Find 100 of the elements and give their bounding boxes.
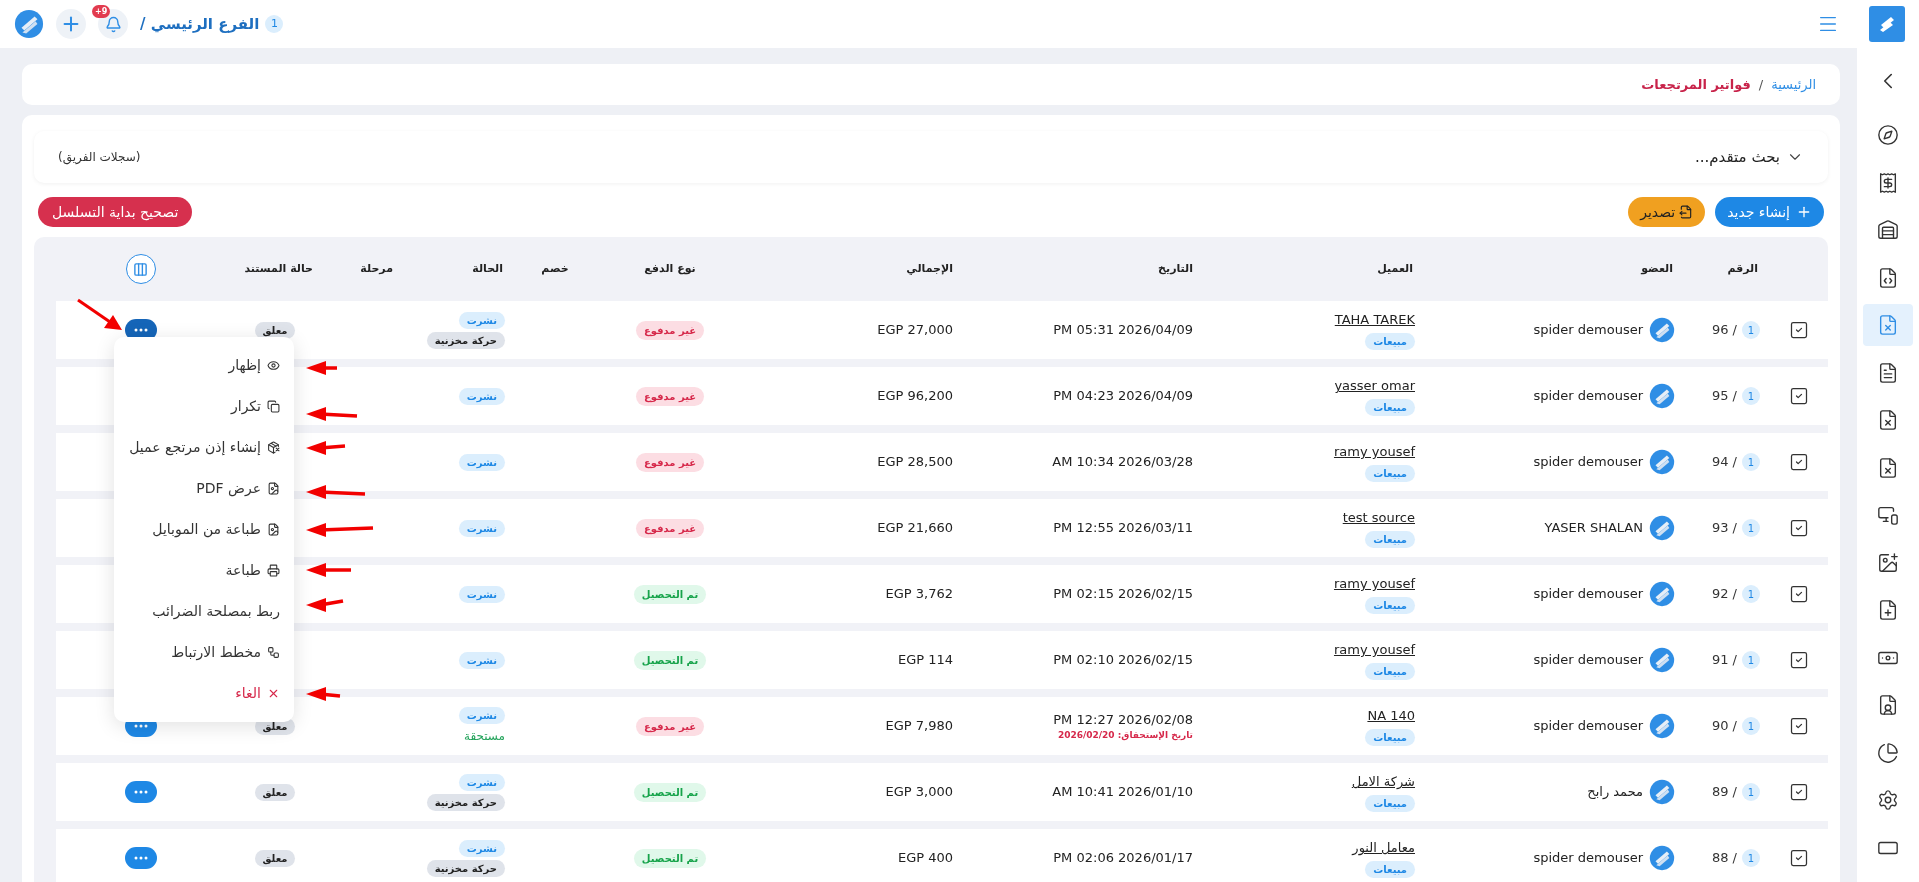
row-actions-button[interactable] xyxy=(124,781,157,803)
column-header: خصم xyxy=(540,260,570,277)
menu-item[interactable]: طباعة من الموبايل xyxy=(114,509,294,550)
member-name: spider demouser xyxy=(1533,387,1643,406)
avatar-icon xyxy=(1649,845,1675,871)
column-header: التاريخ xyxy=(1157,260,1194,277)
invoice-number: 93 / xyxy=(1711,519,1737,538)
scope-label: (سجلات الفريق) xyxy=(58,149,141,166)
branch-badge: 1 xyxy=(1742,651,1760,669)
client-type-badge: مبيعات xyxy=(1365,860,1415,878)
row-actions-button[interactable] xyxy=(124,847,157,869)
client-link[interactable]: NA 140 xyxy=(1367,706,1415,726)
plus-icon xyxy=(1796,204,1812,220)
branch-name[interactable]: الفرع الرئيسي / xyxy=(140,12,260,36)
breadcrumb-link[interactable]: الرئيسية xyxy=(1771,74,1816,95)
invoice-date: AM 10:41 2026/01/10 xyxy=(1052,783,1193,802)
status-badge: نشرت xyxy=(458,707,505,724)
invoice-number: 89 / xyxy=(1711,783,1737,802)
export-button[interactable]: تصدير xyxy=(1628,197,1706,227)
document-status-badge: معلق xyxy=(254,321,296,339)
checkbox[interactable] xyxy=(1789,452,1809,472)
status-badge: نشرت xyxy=(458,839,505,857)
copy-icon xyxy=(267,400,280,413)
invoice-date: PM 12:55 2026/03/11 xyxy=(1053,519,1193,538)
invoice-total: EGP 400 xyxy=(897,849,953,868)
client-link[interactable]: معامل النور xyxy=(1352,838,1415,858)
file-icon xyxy=(267,523,280,536)
warehouse-icon xyxy=(1877,219,1899,241)
notification-count: +9 xyxy=(92,5,111,18)
due-date: تاريخ الإستحقاق: 2026/02/20 xyxy=(1057,729,1193,743)
column-picker-button[interactable] xyxy=(125,254,156,284)
annotation-arrow xyxy=(306,563,351,577)
payment-badge: تم التحصيل xyxy=(633,848,707,868)
logo[interactable] xyxy=(1869,6,1905,42)
branch-badge: 1 xyxy=(1742,783,1760,801)
checkbox[interactable] xyxy=(1789,518,1809,538)
checkbox[interactable] xyxy=(1789,848,1809,868)
invoice-number: 94 / xyxy=(1711,453,1737,472)
client-link[interactable]: ramy yousef xyxy=(1333,442,1415,462)
invoice-date: PM 02:06 2026/01/17 xyxy=(1053,849,1193,868)
eye-icon xyxy=(267,359,280,372)
menu-item[interactable]: الغاء xyxy=(114,673,294,714)
status-badge: نشرت xyxy=(458,387,505,405)
invoice-total: EGP 3,762 xyxy=(885,585,953,604)
file-code-icon xyxy=(1877,266,1899,289)
menu-item[interactable]: ربط بمصلحة الضرائب xyxy=(114,591,294,632)
add-button[interactable] xyxy=(56,9,86,39)
member-name: محمد رابح xyxy=(1587,783,1643,802)
invoice-total: EGP 114 xyxy=(897,651,953,670)
file-user-icon xyxy=(1877,694,1899,716)
invoice-number: 92 / xyxy=(1711,585,1737,604)
column-header: الإجمالي xyxy=(905,260,954,277)
menu-item[interactable]: إظهار xyxy=(114,345,294,386)
menu-item[interactable]: طباعة xyxy=(114,550,294,591)
package-icon xyxy=(267,441,280,454)
client-link[interactable]: ramy yousef xyxy=(1333,640,1415,660)
status-badge: نشرت xyxy=(458,651,505,669)
annotation-arrow xyxy=(77,298,122,330)
branch-badge: 1 xyxy=(1742,585,1760,603)
member-name: spider demouser xyxy=(1533,585,1643,604)
status-text: مستحقة xyxy=(464,728,505,745)
invoice-total: EGP 27,000 xyxy=(877,321,953,340)
checkbox[interactable] xyxy=(1789,716,1809,736)
menu-item[interactable]: تكرار xyxy=(114,386,294,427)
printer-icon xyxy=(267,564,280,577)
status-badge: نشرت xyxy=(458,453,505,471)
checkbox[interactable] xyxy=(1789,386,1809,406)
diagram-icon xyxy=(267,646,280,659)
checkbox[interactable] xyxy=(1789,320,1809,340)
create-button[interactable]: إنشاء جديد xyxy=(1715,197,1824,227)
annotation-arrow xyxy=(306,598,344,612)
menu-item[interactable]: إنشاء إذن مرتجع عميل xyxy=(114,427,294,468)
status-badge: نشرت xyxy=(458,519,505,537)
document-status-badge: معلق xyxy=(254,783,296,801)
client-link[interactable]: TAHA TAREK xyxy=(1334,310,1415,330)
avatar-icon xyxy=(1649,581,1675,607)
invoice-number: 95 / xyxy=(1711,387,1737,406)
advanced-search-panel[interactable]: بحث متقدم... (سجلات الفريق) xyxy=(34,131,1828,183)
branch-badge: 1 xyxy=(1742,387,1760,405)
fix-sequence-button[interactable]: تصحيح بداية التسلسل xyxy=(38,197,193,227)
checkbox[interactable] xyxy=(1789,782,1809,802)
client-link[interactable]: شركة الامل xyxy=(1351,772,1415,792)
client-link[interactable]: test source xyxy=(1342,508,1415,528)
image-plus-icon xyxy=(1877,551,1899,574)
invoice-total: EGP 7,980 xyxy=(885,717,953,736)
branch-badge: 1 xyxy=(1742,849,1760,867)
client-type-badge: مبيعات xyxy=(1365,794,1415,812)
checkbox[interactable] xyxy=(1789,650,1809,670)
invoice-date: PM 12:27 2026/02/08 xyxy=(1053,710,1193,729)
menu-item[interactable]: مخطط الارتباط xyxy=(114,632,294,673)
invoice-total: EGP 28,500 xyxy=(877,453,953,472)
client-link[interactable]: ramy yousef xyxy=(1333,574,1415,594)
status-badge: نشرت xyxy=(458,585,505,603)
menu-item[interactable]: عرض PDF xyxy=(114,468,294,509)
monitor-icon xyxy=(1877,504,1899,526)
member-name: YASER SHALAN xyxy=(1544,519,1643,538)
file-icon xyxy=(267,482,280,495)
client-link[interactable]: yasser omar xyxy=(1334,376,1415,396)
avatar-icon xyxy=(1649,779,1675,805)
checkbox[interactable] xyxy=(1789,584,1809,604)
